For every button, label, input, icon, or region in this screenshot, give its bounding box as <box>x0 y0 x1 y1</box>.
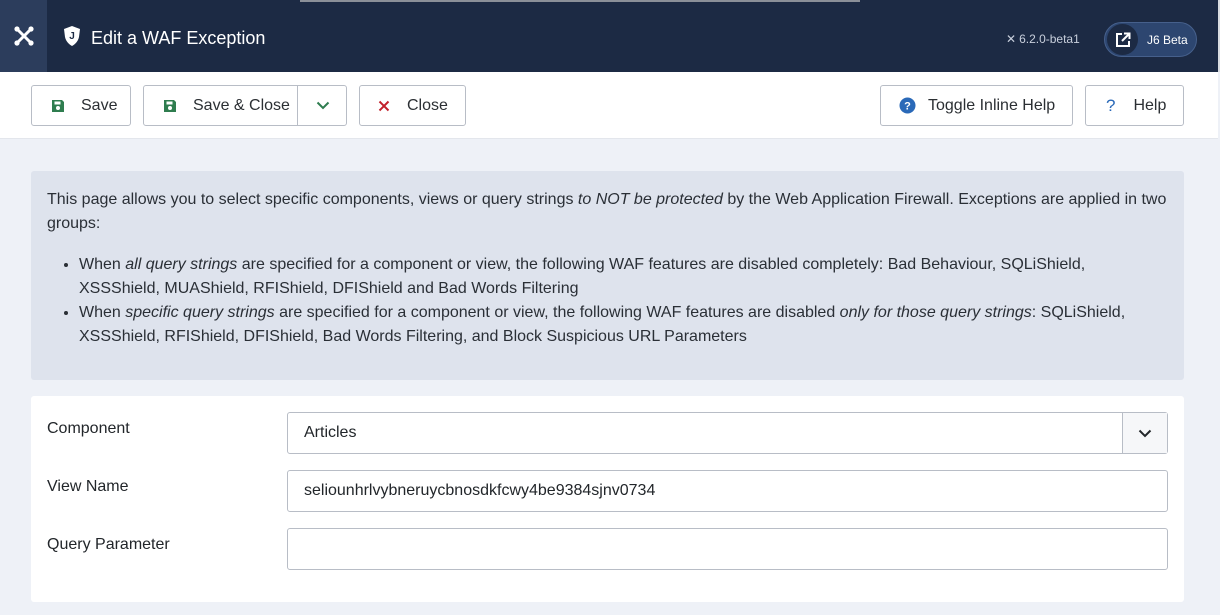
list-item: When specific query strings are specifie… <box>79 301 1168 349</box>
help-button[interactable]: ? Help <box>1085 85 1184 126</box>
component-select[interactable]: Articles <box>287 412 1168 454</box>
page-title: Edit a WAF Exception <box>91 28 266 48</box>
toggle-help-label: Toggle Inline Help <box>928 96 1056 114</box>
chevron-down-icon <box>1122 413 1167 453</box>
toggle-inline-help-button[interactable]: ? Toggle Inline Help <box>880 85 1073 126</box>
view-name-label: View Name <box>47 478 129 495</box>
svg-text:?: ? <box>904 101 911 113</box>
view-name-input[interactable]: seliounhrlvybneruycbnosdkfcwy4be9384sjnv… <box>287 470 1168 512</box>
joomla-small-icon: ✕ <box>1006 32 1017 46</box>
external-link-icon <box>1107 24 1138 55</box>
info-intro: This page allows you to select specific … <box>47 191 1167 232</box>
close-button[interactable]: Close <box>359 85 466 126</box>
joomla-logo-icon[interactable] <box>0 0 47 72</box>
browser-scroll-line <box>300 0 860 2</box>
info-alert: This page allows you to select specific … <box>31 171 1184 380</box>
help-label: Help <box>1133 96 1167 114</box>
component-label: Component <box>47 420 130 437</box>
question-circle-icon: ? <box>899 97 916 114</box>
view-name-value: seliounhrlvybneruycbnosdkfcwy4be9384sjnv… <box>304 482 656 499</box>
close-x-icon <box>378 100 390 112</box>
save-options-dropdown-toggle[interactable] <box>298 86 347 125</box>
floppy-disk-icon <box>51 99 65 113</box>
shield-icon: J <box>62 25 82 47</box>
list-item: When all query strings are specified for… <box>79 253 1168 301</box>
info-list: When all query strings are specified for… <box>47 253 1168 349</box>
save-label: Save <box>81 96 118 114</box>
floppy-disk-icon <box>163 99 177 113</box>
svg-text:J: J <box>69 31 75 42</box>
toolbar: Save Save & Close Close ? Toggle Inline … <box>0 72 1218 139</box>
save-close-button[interactable]: Save & Close <box>193 97 290 115</box>
query-parameter-label: Query Parameter <box>47 536 170 553</box>
version-info: ✕ 6.2.0-beta1 <box>1006 32 1080 46</box>
save-close-button-group: Save & Close <box>143 85 347 126</box>
top-header: J Edit a WAF Exception ✕ 6.2.0-beta1 J6 … <box>0 0 1220 72</box>
beta-label: J6 Beta <box>1147 32 1188 47</box>
version-text: 6.2.0-beta1 <box>1019 32 1080 46</box>
question-mark-icon: ? <box>1106 95 1116 115</box>
close-label: Close <box>407 96 448 114</box>
query-parameter-input[interactable] <box>287 528 1168 570</box>
exception-form: Component Articles View Name seliounhrlv… <box>31 396 1184 602</box>
component-selected-value: Articles <box>304 424 357 441</box>
beta-site-link[interactable]: J6 Beta <box>1104 22 1197 57</box>
chevron-down-icon <box>316 101 329 110</box>
save-button[interactable]: Save <box>31 85 131 126</box>
